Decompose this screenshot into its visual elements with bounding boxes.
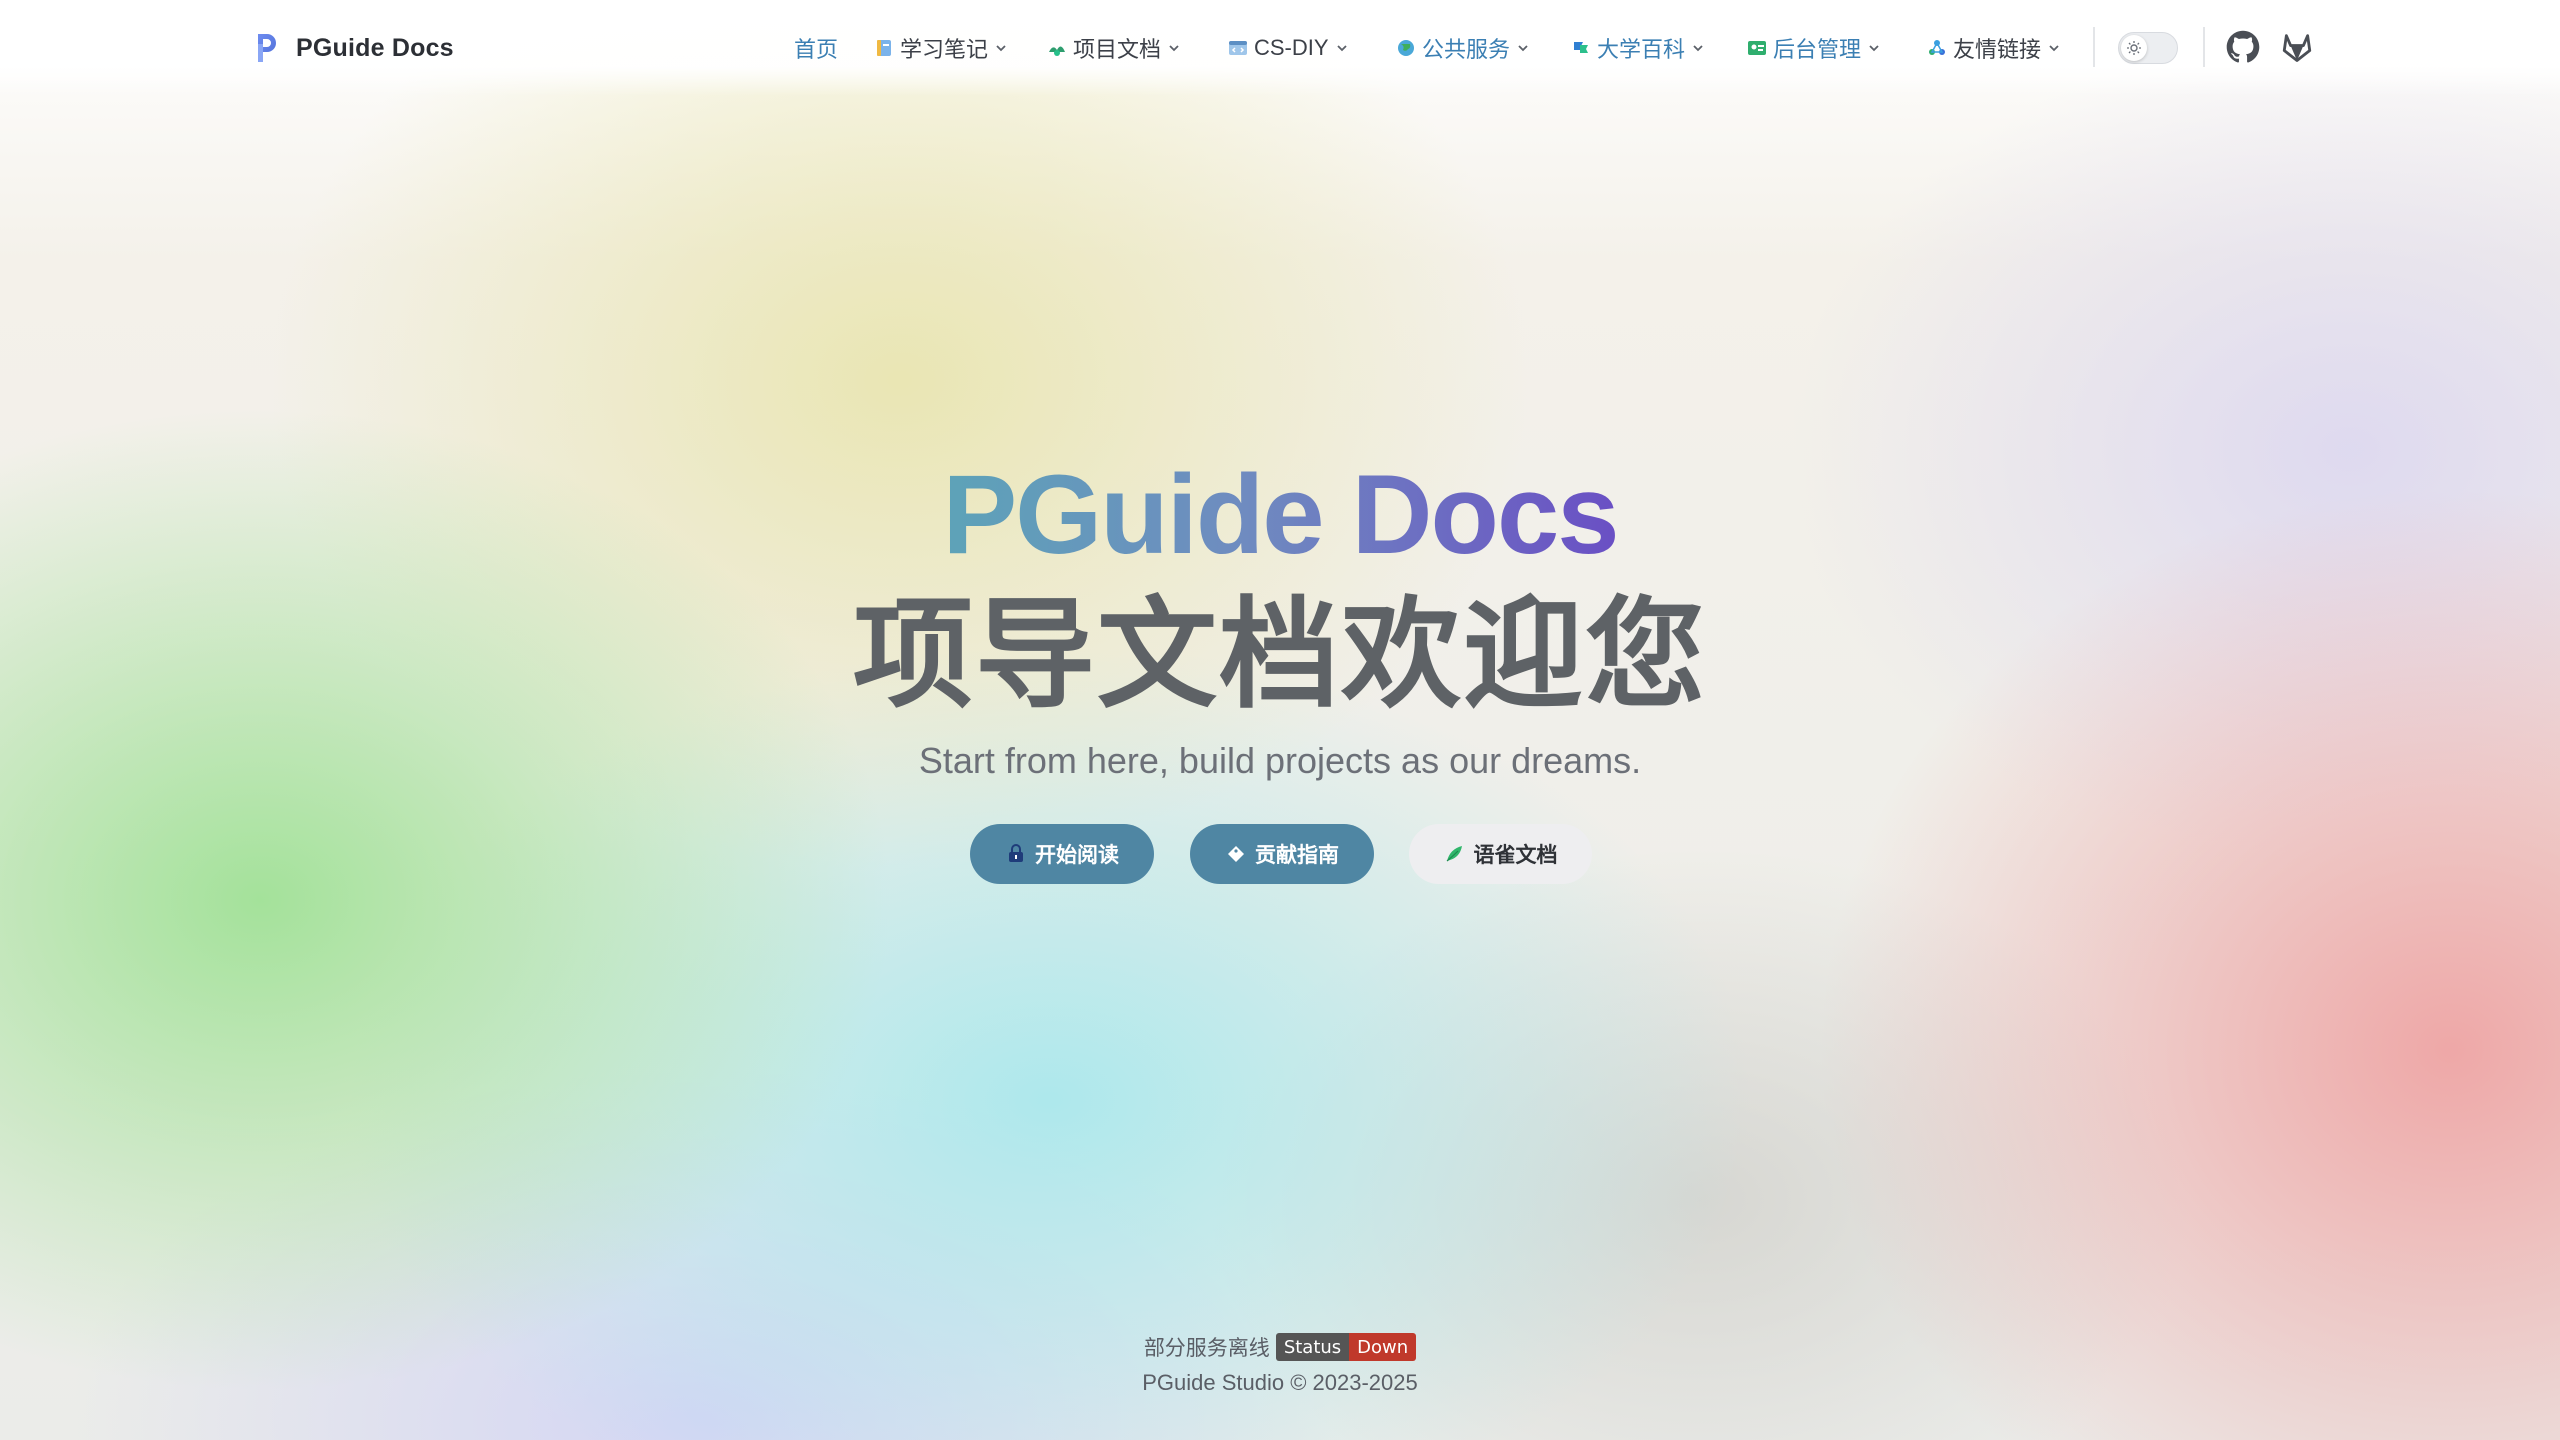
brand-link[interactable]: PGuide Docs [252,30,454,66]
hero-subtitle: 项导文档欢迎您 [853,588,1707,722]
nav-item-public-services[interactable]: 公共服务 [1396,28,1530,68]
hero-tagline: Start from here, build projects as our d… [918,740,1642,781]
code-window-icon [1229,41,1247,55]
nav-label: 大学百科 [1597,37,1686,62]
hero-actions: 开始阅读 贡献指南 语雀文档 [0,824,2560,884]
theme-toggle[interactable] [2118,32,2178,64]
status-badge[interactable]: Status Down [1275,1333,1417,1361]
github-icon[interactable] [2226,30,2260,64]
contribution-guide-button[interactable]: 贡献指南 [1190,824,1374,884]
chevron-down-icon [1869,45,1879,52]
button-label: 语雀文档 [1473,844,1558,867]
chevron-down-icon [1518,45,1528,52]
share-icon [1929,40,1945,55]
nav-label: 项目文档 [1073,37,1162,62]
project-icon [1049,46,1065,56]
pguide-logo-icon [258,34,276,62]
chevron-down-icon [1693,45,1703,52]
gitlab-icon[interactable] [2280,30,2314,64]
nav-item-friend-links[interactable]: 友情链接 [1927,28,2061,68]
yuque-leaf-icon [1446,846,1462,862]
copyright: PGuide Studio © 2023-2025 [1142,1370,1418,1395]
chevron-down-icon [2049,45,2059,52]
button-label: 贡献指南 [1255,844,1339,867]
theme-toggle-knob [2121,35,2147,61]
diamond-tag-icon [1228,846,1244,862]
hero-title: PGuide Docs [942,452,1619,577]
nav-item-study-notes[interactable]: 学习笔记 [874,28,1008,68]
flag-icon [1574,42,1588,53]
nav-item-university-wiki[interactable]: 大学百科 [1571,28,1705,68]
nav-divider [2093,27,2095,67]
yuque-docs-button[interactable]: 语雀文档 [1409,824,1592,884]
footer: 部分服务离线 Status Down PGuide Studio © 2023-… [0,1332,2560,1398]
chevron-down-icon [996,45,1006,52]
button-label: 开始阅读 [1035,844,1119,867]
nav-item-home[interactable]: 首页 [794,28,838,68]
notebook-icon [877,40,891,56]
nav-item-project-docs[interactable]: 项目文档 [1047,28,1181,68]
nav-label: 学习笔记 [900,37,989,62]
start-reading-button[interactable]: 开始阅读 [970,824,1154,884]
sun-icon [2127,41,2141,55]
service-status: 部分服务离线 Status Down [0,1332,2560,1362]
status-text: 部分服务离线 [1143,1337,1270,1360]
nav-item-cs-diy[interactable]: CS-DIY [1228,28,1349,68]
badge-value: Down [1349,1333,1417,1361]
top-navbar: PGuide Docs 首页 学习笔记 项目文档 CS-DIY 公共服务 大学百… [0,0,2560,96]
globe-icon [1398,40,1414,56]
lock-open-icon [1009,844,1023,862]
admin-card-icon [1748,41,1766,55]
nav-label: CS-DIY [1254,35,1329,60]
chevron-down-icon [1336,45,1347,52]
chevron-down-icon [1169,45,1179,52]
nav-divider [2203,27,2205,67]
nav-item-admin[interactable]: 后台管理 [1747,28,1881,68]
badge-label: Status [1275,1333,1350,1361]
nav-label: 后台管理 [1773,37,1862,62]
nav-label: 友情链接 [1953,37,2042,62]
brand-name: PGuide Docs [296,33,454,62]
nav-label: 公共服务 [1422,37,1511,62]
nav-label: 首页 [794,37,839,62]
